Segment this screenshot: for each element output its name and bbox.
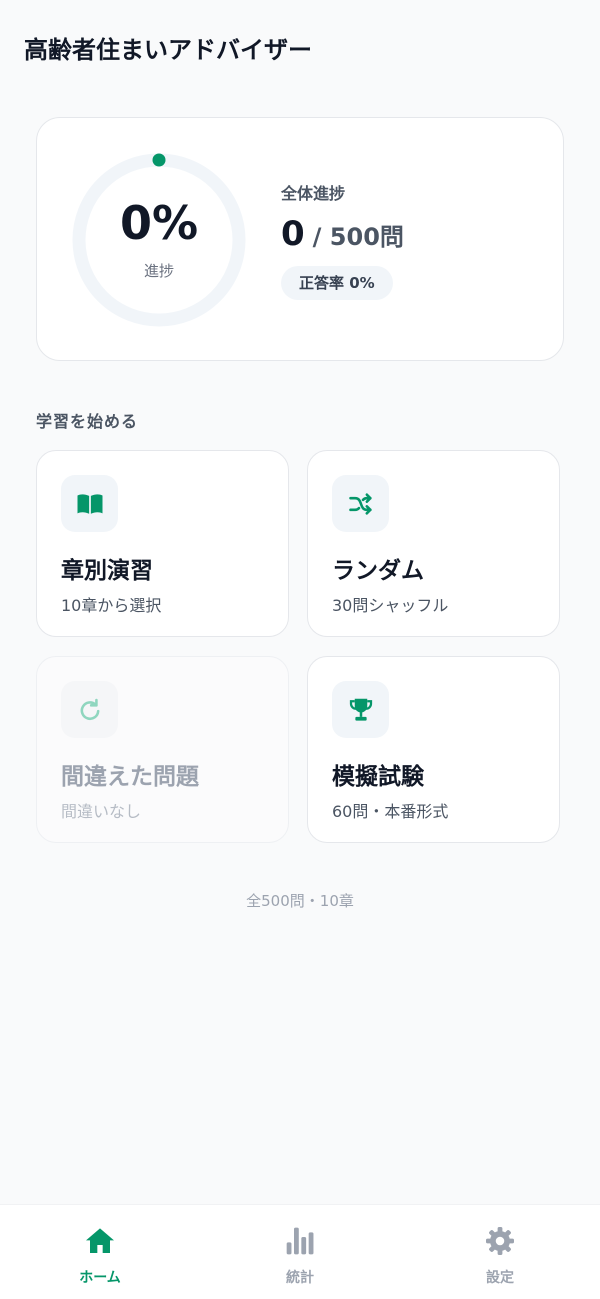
- section-heading-start-study: 学習を始める: [36, 412, 139, 431]
- mode-title: 模擬試験: [332, 764, 424, 790]
- nav-item-stats[interactable]: 統計: [200, 1205, 400, 1299]
- progress-ring: 0% 進捗: [71, 152, 247, 328]
- mock-exam-card[interactable]: 模擬試験 60問・本番形式: [307, 656, 560, 843]
- overall-progress-label: 全体進捗: [281, 184, 346, 203]
- total-count: / 500問: [312, 223, 404, 251]
- mode-title: 間違えた問題: [61, 764, 199, 790]
- home-icon: [86, 1228, 114, 1253]
- progress-percent: 0%: [119, 196, 199, 250]
- overall-progress-card: 0% 進捗 全体進捗 0 / 500問 正答率 0%: [36, 117, 564, 361]
- book-icon: [61, 475, 118, 532]
- total-questions-note: 全500問・10章: [246, 892, 354, 910]
- chapter-practice-card[interactable]: 章別演習 10章から選択: [36, 450, 289, 637]
- gear-icon: [486, 1227, 514, 1255]
- accuracy-badge: 正答率 0%: [281, 266, 393, 300]
- bar-chart-icon: [286, 1227, 314, 1255]
- nav-label: ホーム: [79, 1270, 121, 1286]
- question-count: 0 / 500問: [281, 214, 404, 254]
- refresh-icon: [61, 681, 118, 738]
- nav-label: 設定: [486, 1270, 514, 1286]
- progress-ring-label: 進捗: [143, 262, 174, 280]
- app-title: 高齢者住まいアドバイザー: [24, 36, 312, 64]
- random-card[interactable]: ランダム 30問シャッフル: [307, 450, 560, 637]
- trophy-icon: [332, 681, 389, 738]
- answered-count: 0: [281, 214, 305, 254]
- nav-item-settings[interactable]: 設定: [400, 1205, 600, 1299]
- mode-title: ランダム: [332, 558, 424, 584]
- mode-subtitle: 30問シャッフル: [332, 596, 449, 615]
- nav-label: 統計: [286, 1270, 314, 1286]
- nav-item-home[interactable]: ホーム: [0, 1205, 200, 1299]
- shuffle-icon: [332, 475, 389, 532]
- missed-questions-card[interactable]: 間違えた問題 間違いなし: [36, 656, 289, 843]
- mode-subtitle: 間違いなし: [61, 802, 142, 821]
- mode-subtitle: 10章から選択: [61, 596, 162, 615]
- mode-subtitle: 60問・本番形式: [332, 802, 449, 821]
- mode-title: 章別演習: [61, 558, 153, 584]
- bottom-navigation: ホーム 統計 設定: [0, 1204, 600, 1299]
